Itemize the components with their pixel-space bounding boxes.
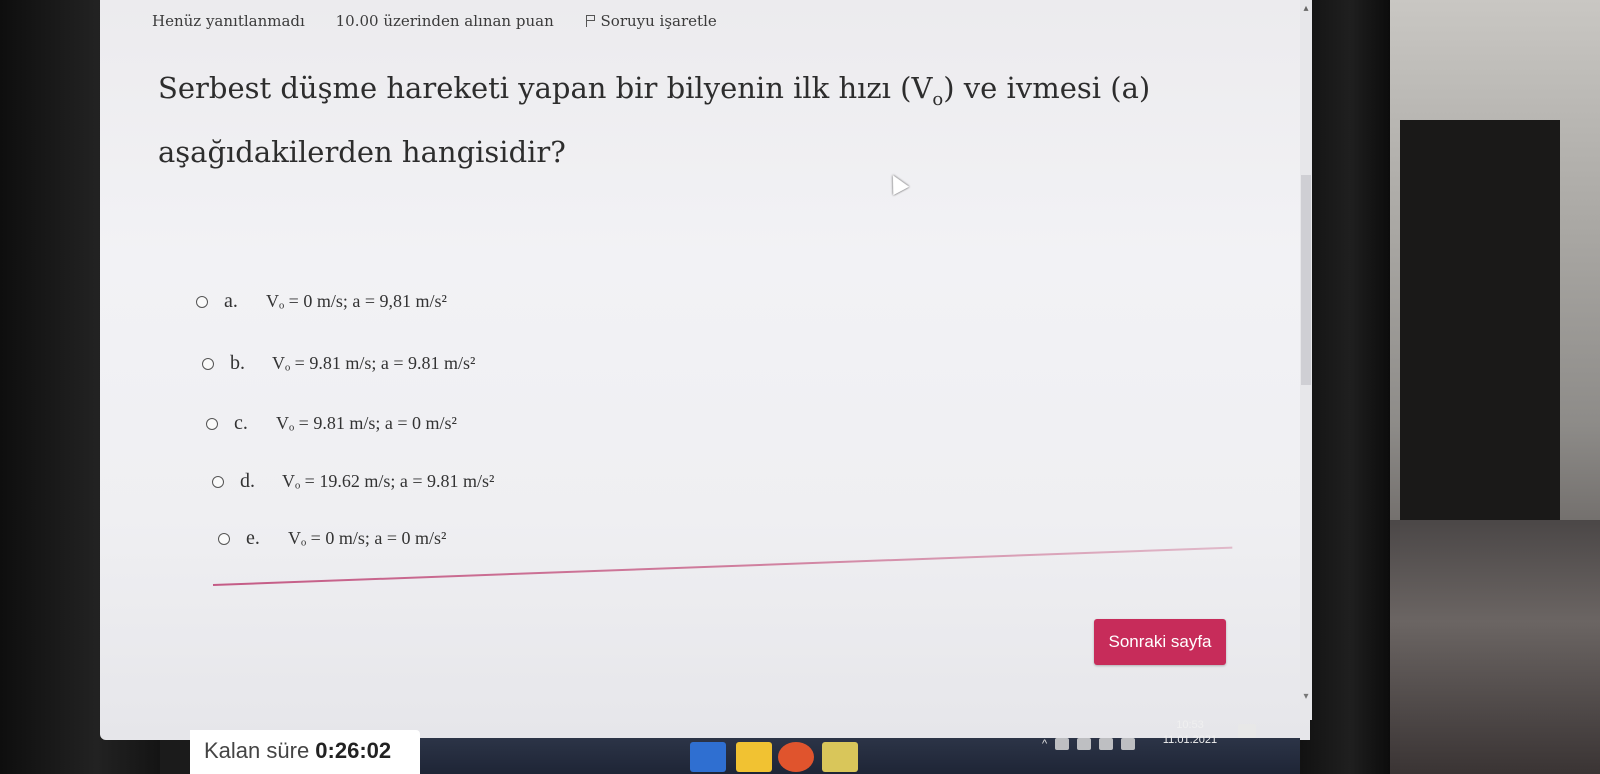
answer-option-e[interactable]: e. Vₒ = 0 m/s; a = 0 m/s² [218, 527, 446, 550]
taskbar-app-icon[interactable] [690, 742, 726, 772]
timer-label: Kalan süre [204, 738, 316, 763]
volume-icon[interactable] [1099, 738, 1114, 750]
question-text: Serbest düşme hareketi yapan bir bilyeni… [158, 62, 1158, 178]
flag-icon[interactable] [585, 15, 595, 27]
background-table [1380, 520, 1600, 774]
answer-option-a[interactable]: a. Vₒ = 0 m/s; a = 9,81 m/s² [196, 290, 447, 313]
next-page-button[interactable]: Sonraki sayfa [1094, 619, 1226, 665]
chrome-browser-icon[interactable] [778, 742, 814, 772]
question-line1-end: ) ve ivmesi (a) [943, 71, 1151, 105]
answer-option-b[interactable]: b. Vₒ = 9.81 m/s; a = 9.81 m/s² [202, 352, 475, 375]
scroll-up-arrow-icon[interactable]: ▴ [1300, 2, 1312, 16]
taskbar-clock[interactable]: 10:53 11.01.2021 [1150, 718, 1230, 748]
answer-option-c[interactable]: c. Vₒ = 9.81 m/s; a = 0 m/s² [206, 412, 457, 435]
answer-text: Vₒ = 9.81 m/s; a = 9.81 m/s² [272, 353, 476, 373]
answer-text: Vₒ = 0 m/s; a = 9,81 m/s² [266, 291, 447, 311]
answer-text: Vₒ = 19.62 m/s; a = 9.81 m/s² [282, 471, 495, 491]
timer-value: 0:26:02 [315, 738, 392, 763]
scroll-down-arrow-icon[interactable]: ▾ [1300, 690, 1312, 704]
answer-state: Henüz yanıtlanmadı [152, 12, 305, 30]
answer-text: Vₒ = 0 m/s; a = 0 m/s² [288, 528, 447, 548]
radio-button-e[interactable] [218, 532, 230, 545]
background-chair [1400, 120, 1560, 540]
flag-question-link[interactable]: Soruyu işaretle [585, 12, 743, 30]
clock-time: 10:53 [1176, 719, 1204, 731]
network-icon[interactable] [1055, 738, 1070, 750]
scrollbar-thumb[interactable] [1301, 175, 1311, 385]
answer-letter: b. [230, 352, 245, 374]
pen-icon[interactable] [1121, 738, 1136, 750]
photo-scene: ▴ ▾ Henüz yanıtlanmadı 10.00 üzerinden a… [0, 0, 1600, 774]
question-line1-start: Serbest düşme hareketi yapan bir bilyeni… [158, 71, 933, 105]
answer-letter: c. [234, 412, 248, 434]
radio-button-b[interactable] [202, 357, 214, 370]
answer-letter: a. [224, 290, 238, 312]
answer-option-d[interactable]: d. Vₒ = 19.62 m/s; a = 9.81 m/s² [212, 470, 494, 493]
answer-letter: e. [246, 527, 260, 549]
flag-question-label[interactable]: Soruyu işaretle [601, 12, 717, 30]
question-subscript: o [932, 88, 944, 110]
answer-text: Vₒ = 9.81 m/s; a = 0 m/s² [276, 413, 457, 433]
answer-letter: d. [240, 470, 255, 492]
tray-chevron-icon[interactable]: ^ [1042, 738, 1047, 750]
file-explorer-icon[interactable] [736, 742, 772, 772]
battery-icon[interactable] [1077, 738, 1092, 750]
radio-button-c[interactable] [206, 417, 218, 430]
taskbar-app-icon[interactable] [822, 742, 858, 772]
points-info: 10.00 üzerinden alınan puan [335, 12, 554, 30]
question-status-row: Henüz yanıtlanmadı 10.00 üzerinden alına… [152, 12, 769, 30]
radio-button-a[interactable] [196, 295, 208, 308]
question-line2: aşağıdakilerden hangisidir? [158, 134, 566, 169]
clock-date: 11.01.2021 [1162, 734, 1218, 746]
remaining-time-box: Kalan süre 0:26:02 [190, 730, 420, 774]
system-tray: ^ [1042, 729, 1136, 759]
notification-icon[interactable] [1238, 724, 1256, 738]
radio-button-d[interactable] [212, 475, 224, 488]
